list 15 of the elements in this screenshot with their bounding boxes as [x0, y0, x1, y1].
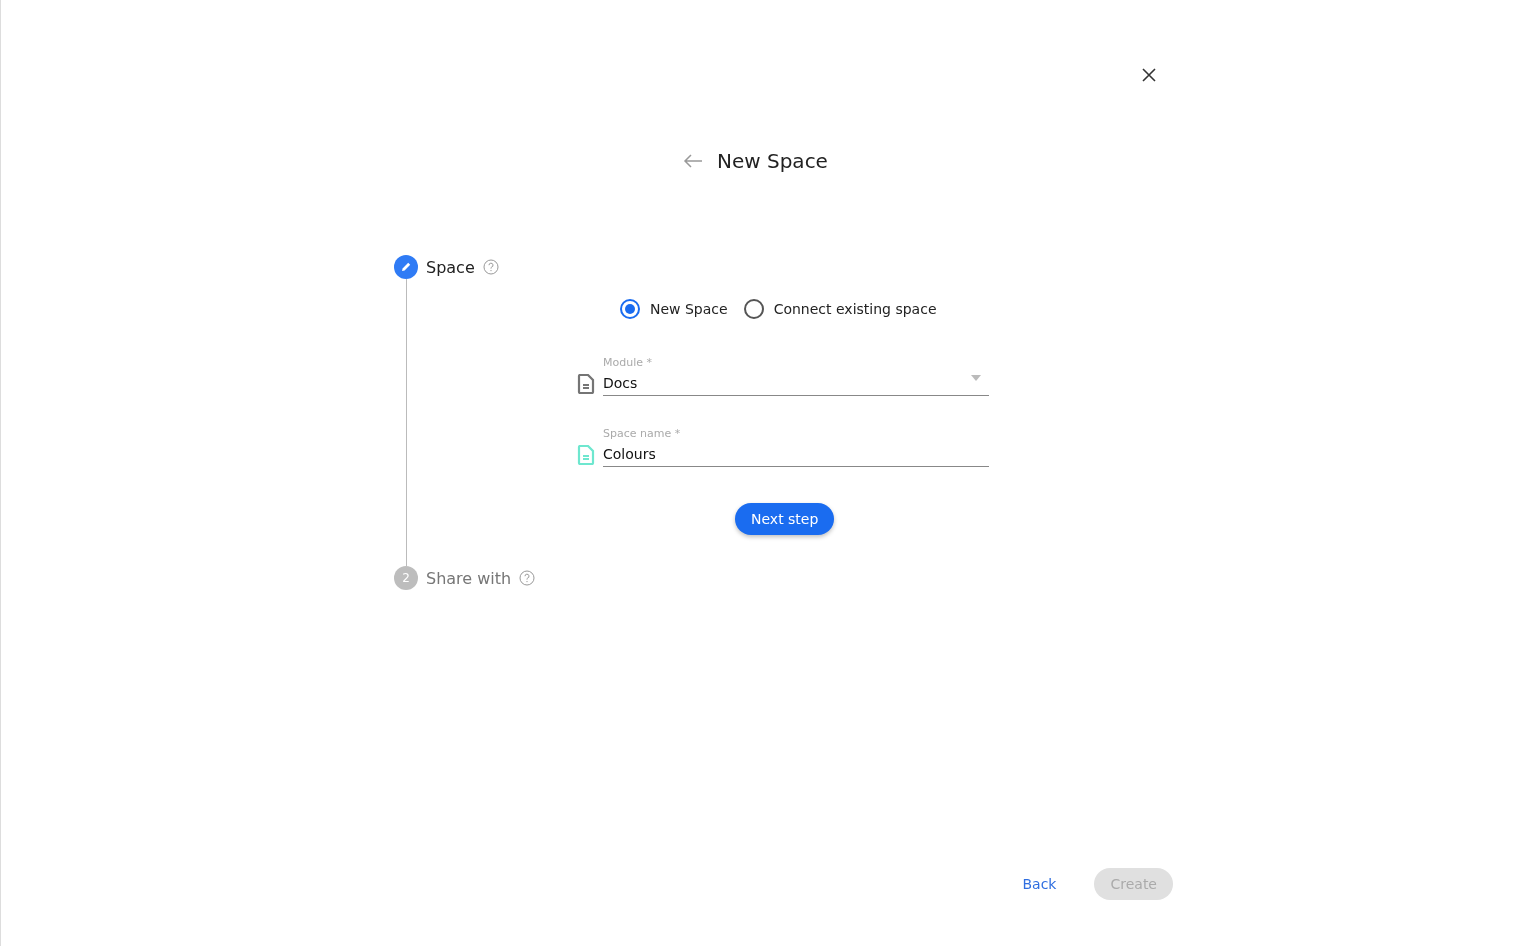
module-dropdown[interactable]: Module * Docs [603, 356, 989, 396]
next-step-button[interactable]: Next step [735, 503, 835, 535]
step-label: Space [426, 257, 475, 277]
back-button[interactable]: Back [1012, 870, 1067, 898]
input-field[interactable]: Space name * Colours [603, 427, 989, 467]
step-label: Share with [426, 568, 512, 588]
dialog-title: New Space [717, 149, 828, 173]
caret-icon [971, 375, 981, 381]
back-arrow-icon[interactable] [683, 153, 703, 169]
radio-option[interactable]: Connect existing space [743, 299, 937, 319]
help-icon[interactable] [519, 570, 536, 586]
step-number: 2 [394, 566, 418, 590]
close-button[interactable] [1140, 66, 1158, 84]
help-icon[interactable] [482, 259, 499, 275]
radio-option[interactable]: New Space [620, 299, 728, 319]
